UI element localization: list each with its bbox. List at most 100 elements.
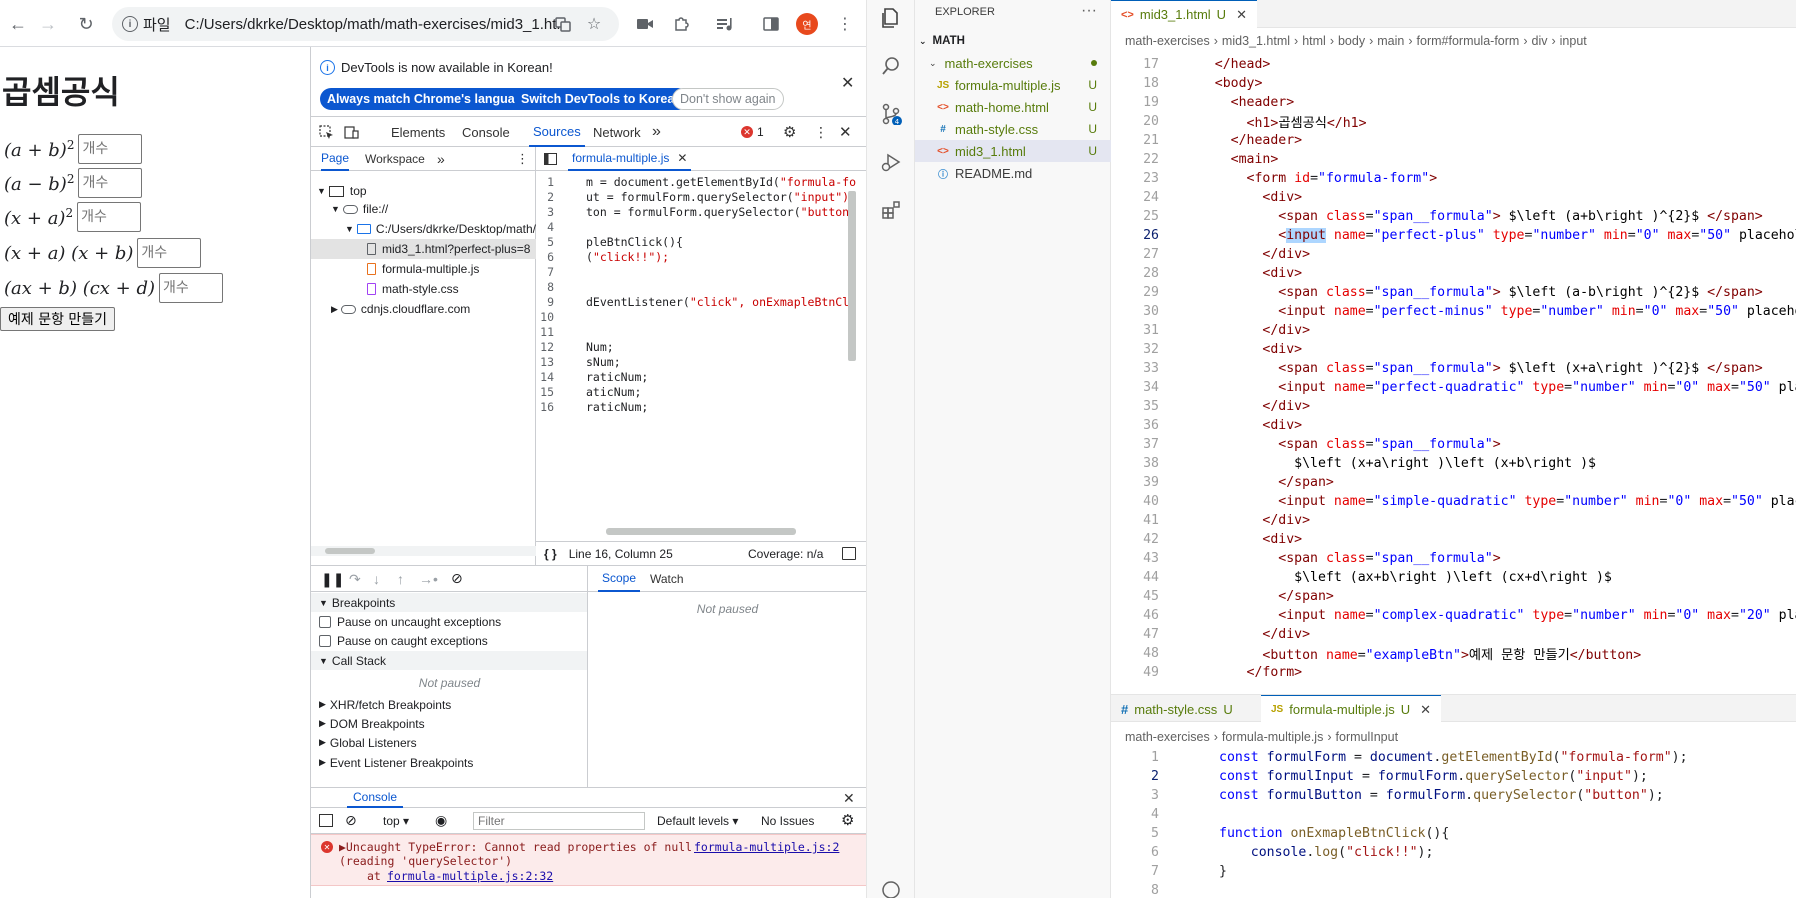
settings-gear-icon[interactable]: ⚙ (783, 117, 796, 147)
side-panel-icon[interactable] (759, 12, 783, 36)
more-navigator-icon[interactable]: » (437, 147, 445, 171)
console-filter-input[interactable] (473, 812, 645, 830)
error-source-link[interactable]: formula-multiple.js:2 (694, 840, 839, 854)
breadcrumb-item[interactable]: input (1560, 34, 1587, 48)
tree-item-top[interactable]: ▼ top (317, 181, 367, 201)
tab-sources[interactable]: Sources (529, 117, 585, 147)
tab-elements[interactable]: Elements (391, 117, 445, 147)
explorer-files-icon[interactable] (879, 6, 903, 30)
tab-network[interactable]: Network (593, 117, 641, 147)
xhr-breakpoints-section[interactable]: ▶ XHR/fetch Breakpoints (311, 695, 587, 714)
always-match-language-button[interactable]: Always match Chrome's language (320, 88, 537, 110)
explorer-file-item[interactable]: <> math-home.html U (915, 96, 1111, 118)
close-tab-icon[interactable]: ✕ (1420, 702, 1431, 718)
explorer-file-item[interactable]: ⓘ README.md (915, 162, 1111, 184)
console-settings-gear-icon[interactable]: ⚙ (841, 811, 854, 829)
editor-hscrollbar[interactable] (536, 525, 866, 537)
tree-item-file[interactable]: mid3_1.html?perfect-plus=8 (311, 239, 536, 259)
dom-breakpoints-section[interactable]: ▶ DOM Breakpoints (311, 714, 587, 733)
formula-count-input[interactable] (78, 134, 143, 164)
step-into-icon[interactable]: ↓ (373, 571, 380, 587)
breadcrumb-item[interactable]: math-exercises (1125, 730, 1210, 744)
tree-item-file[interactable]: math-style.css (367, 279, 459, 299)
folder-math-exercises[interactable]: ⌄ math-exercises (915, 52, 1111, 74)
tab-scope[interactable]: Scope (598, 566, 641, 592)
pause-uncaught-option[interactable]: Pause on uncaught exceptions (311, 612, 587, 631)
close-devtools-icon[interactable]: ✕ (839, 117, 852, 147)
extensions-icon[interactable] (669, 12, 693, 36)
tree-item-cdn[interactable]: ▶ cdnjs.cloudflare.com (331, 299, 470, 319)
explorer-file-item[interactable]: <> mid3_1.html U (915, 140, 1111, 162)
breadcrumb-item[interactable]: math-exercises (1125, 34, 1210, 48)
formula-count-input[interactable] (137, 238, 202, 268)
explorer-file-item[interactable]: # math-style.css U (915, 118, 1111, 140)
tab-workspace[interactable]: Workspace (365, 147, 425, 171)
breadcrumb-item[interactable]: body (1338, 34, 1365, 48)
issues-status[interactable]: No Issues (761, 814, 814, 828)
pause-caught-option[interactable]: Pause on caught exceptions (311, 631, 587, 650)
log-levels-select[interactable]: Default levels ▾ (657, 814, 738, 828)
make-example-button[interactable]: 예제 문항 만들기 (0, 307, 116, 331)
step-icon[interactable]: →• (419, 571, 438, 587)
formula-count-input[interactable] (77, 202, 142, 232)
source-control-icon[interactable]: 4 (879, 102, 903, 126)
navigator-menu-icon[interactable]: ⋮ (516, 147, 529, 171)
workspace-root[interactable]: ⌄ MATH (915, 30, 1111, 52)
tree-item-folder[interactable]: ▼ C:/Users/dkrke/Desktop/math/ (345, 219, 536, 239)
translate-icon[interactable] (551, 12, 575, 36)
pause-icon[interactable]: ❚❚ (321, 571, 344, 588)
formula-count-input[interactable] (78, 168, 143, 198)
breakpoints-section[interactable]: ▼ Breakpoints (311, 593, 587, 612)
formula-count-input[interactable] (159, 273, 224, 303)
step-out-icon[interactable]: ↑ (397, 571, 404, 587)
dont-show-again-button[interactable]: Don't show again (672, 88, 784, 110)
address-bar[interactable]: i 파일 C:/Users/dkrke/Desktop/math/math-ex… (112, 7, 619, 41)
call-stack-section[interactable]: ▼ Call Stack (311, 651, 587, 670)
deactivate-breakpoints-icon[interactable]: ⊘ (451, 570, 463, 587)
device-toolbar-icon[interactable] (344, 117, 359, 147)
context-select[interactable]: top ▾ (383, 814, 409, 828)
back-arrow-icon[interactable]: ← (4, 10, 32, 38)
show-drawer-icon[interactable] (842, 547, 856, 560)
event-listener-breakpoints-section[interactable]: ▶ Event Listener Breakpoints (311, 753, 587, 772)
profile-avatar[interactable]: 연 (796, 13, 818, 35)
close-drawer-icon[interactable]: ✕ (843, 788, 855, 808)
navigator-hscrollbar[interactable] (311, 546, 536, 556)
checkbox[interactable] (319, 634, 331, 647)
console-sidebar-icon[interactable] (319, 814, 333, 827)
close-tab-icon[interactable]: ✕ (677, 151, 687, 165)
pretty-print-icon[interactable]: { } (544, 547, 557, 561)
breadcrumb-item[interactable]: main (1377, 34, 1404, 48)
accounts-icon[interactable] (879, 878, 903, 898)
editor-tab-file[interactable]: formula-multiple.js ✕ (568, 147, 692, 171)
explorer-file-item[interactable]: JS formula-multiple.js U (915, 74, 1111, 96)
tree-item-file-origin[interactable]: ▼ file:// (331, 199, 388, 219)
global-listeners-section[interactable]: ▶ Global Listeners (311, 733, 587, 752)
extensions-icon[interactable] (879, 198, 903, 222)
breadcrumb-item[interactable]: div (1532, 34, 1548, 48)
search-icon[interactable] (879, 54, 903, 78)
error-count-badge[interactable]: ✕ 1 (741, 125, 764, 139)
breadcrumb-item[interactable]: html (1302, 34, 1326, 48)
bookmark-star-icon[interactable]: ☆ (582, 12, 606, 36)
tab-watch[interactable]: Watch (650, 566, 684, 592)
breadcrumb[interactable]: math-exercises › formula-multiple.js › f… (1111, 726, 1796, 748)
forward-arrow-icon[interactable]: → (34, 10, 62, 38)
close-tab-icon[interactable]: ✕ (1236, 7, 1247, 23)
inspect-element-icon[interactable] (319, 117, 334, 147)
run-debug-icon[interactable] (879, 150, 903, 174)
menu-kebab-icon[interactable]: ⋮ (833, 12, 857, 36)
editor-tab-mid3-1[interactable]: <> mid3_1.html U ✕ (1111, 0, 1257, 28)
explorer-more-icon[interactable]: ··· (1081, 2, 1097, 20)
reload-icon[interactable]: ↻ (72, 10, 100, 38)
media-control-icon[interactable] (713, 12, 737, 36)
tab-console[interactable]: Console (462, 117, 510, 147)
tree-item-file[interactable]: formula-multiple.js (367, 259, 479, 279)
breadcrumb-item[interactable]: form#formula-form (1417, 34, 1520, 48)
drawer-tab-console[interactable]: Console (347, 788, 404, 808)
more-tabs-icon[interactable]: » (652, 117, 661, 147)
devtools-menu-icon[interactable]: ⋮ (814, 117, 828, 147)
stack-frame-link[interactable]: formula-multiple.js:2:32 (387, 869, 553, 883)
checkbox[interactable] (319, 615, 331, 628)
breadcrumb[interactable]: math-exercises › mid3_1.html › html › bo… (1111, 30, 1796, 52)
